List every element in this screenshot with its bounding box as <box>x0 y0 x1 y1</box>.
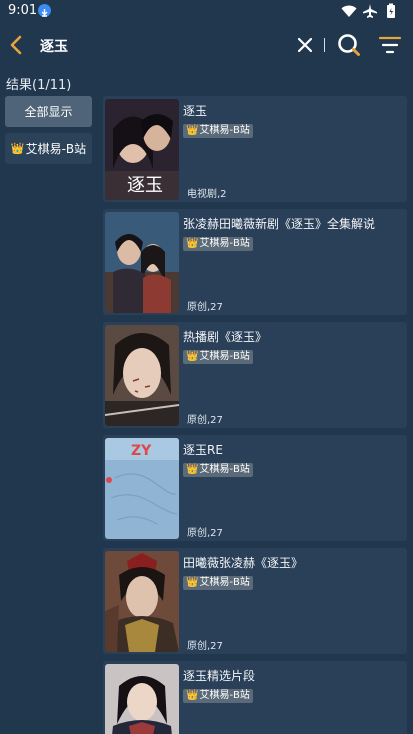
filter-source-label: 艾棋易-B站 <box>25 142 87 156</box>
result-item[interactable]: 逐玉精选片段 👑艾棋易-B站 <box>103 661 407 734</box>
result-count: 结果(1/11) <box>6 78 72 93</box>
item-title: 逐玉RE <box>183 443 223 457</box>
search-button[interactable] <box>336 32 362 58</box>
source-badge-label: 艾棋易-B站 <box>199 690 250 701</box>
source-badge: 👑艾棋易-B站 <box>183 576 253 590</box>
source-badge: 👑艾棋易-B站 <box>183 689 253 703</box>
source-badge-label: 艾棋易-B站 <box>199 125 250 136</box>
crown-icon: 👑 <box>186 577 199 588</box>
result-item[interactable]: ZY 逐玉RE 👑艾棋易-B站 原创,27 <box>103 435 407 541</box>
clear-search-button[interactable] <box>296 36 314 54</box>
thumbnail: 逐玉 <box>105 99 179 200</box>
status-time: 9:01 <box>8 3 38 18</box>
source-badge-label: 艾棋易-B站 <box>199 464 250 475</box>
result-item[interactable]: 张凌赫田曦薇新剧《逐玉》全集解说 👑艾棋易-B站 原创,27 <box>103 209 407 315</box>
source-badge: 👑艾棋易-B站 <box>183 237 253 251</box>
filter-source[interactable]: 👑 艾棋易-B站 <box>5 133 92 164</box>
result-item[interactable]: 田曦薇张凌赫《逐玉》 👑艾棋易-B站 原创,27 <box>103 548 407 654</box>
item-meta: 电视剧,2 <box>187 189 227 200</box>
back-arrow-icon <box>10 35 22 55</box>
close-icon <box>297 37 313 53</box>
crown-icon: 👑 <box>186 238 199 249</box>
toolbar-divider <box>324 38 325 52</box>
item-title: 张凌赫田曦薇新剧《逐玉》全集解说 <box>183 217 376 231</box>
thumbnail: ZY <box>105 438 179 539</box>
item-title: 逐玉 <box>183 104 208 118</box>
thumbnail <box>105 551 179 652</box>
item-title: 逐玉精选片段 <box>183 669 256 683</box>
item-meta: 原创,27 <box>187 641 223 652</box>
crown-icon: 👑 <box>10 142 25 155</box>
item-meta: 原创,27 <box>187 415 223 426</box>
poster-title: ZY <box>131 443 152 459</box>
wifi-icon <box>341 5 357 17</box>
item-title: 热播剧《逐玉》 <box>183 330 268 344</box>
result-item[interactable]: 热播剧《逐玉》 👑艾棋易-B站 原创,27 <box>103 322 407 428</box>
battery-icon <box>387 3 395 18</box>
crown-icon: 👑 <box>186 125 199 136</box>
back-button[interactable] <box>6 34 28 56</box>
item-meta: 原创,27 <box>187 302 223 313</box>
source-badge-label: 艾棋易-B站 <box>199 351 250 362</box>
poster-title: 逐玉 <box>127 175 163 196</box>
filter-show-all-label: 全部显示 <box>24 105 73 119</box>
search-query-text[interactable]: 逐玉 <box>40 36 68 56</box>
source-badge-label: 艾棋易-B站 <box>199 577 250 588</box>
source-badge-label: 艾棋易-B站 <box>199 238 250 249</box>
app-screen: 9:01 逐玉 结果(1/11) 全部显示 👑 艾棋易-B站 逐玉 逐玉 👑艾棋… <box>0 0 413 734</box>
item-meta: 原创,27 <box>187 528 223 539</box>
thumbnail <box>105 325 179 426</box>
thumbnail <box>105 664 179 734</box>
crown-icon: 👑 <box>186 464 199 475</box>
item-title: 田曦薇张凌赫《逐玉》 <box>183 556 304 570</box>
filter-icon <box>378 36 402 54</box>
filter-button[interactable] <box>378 34 402 56</box>
search-icon <box>338 34 360 56</box>
status-bar: 9:01 <box>0 0 413 24</box>
download-icon <box>38 4 51 17</box>
source-badge: 👑艾棋易-B站 <box>183 463 253 477</box>
airplane-icon <box>363 4 377 18</box>
crown-icon: 👑 <box>186 690 199 701</box>
search-toolbar: 逐玉 <box>0 24 413 68</box>
filter-show-all[interactable]: 全部显示 <box>5 96 92 127</box>
crown-icon: 👑 <box>186 351 199 362</box>
result-item[interactable]: 逐玉 逐玉 👑艾棋易-B站 电视剧,2 <box>103 96 407 202</box>
source-badge: 👑艾棋易-B站 <box>183 124 253 138</box>
thumbnail <box>105 212 179 313</box>
source-badge: 👑艾棋易-B站 <box>183 350 253 364</box>
